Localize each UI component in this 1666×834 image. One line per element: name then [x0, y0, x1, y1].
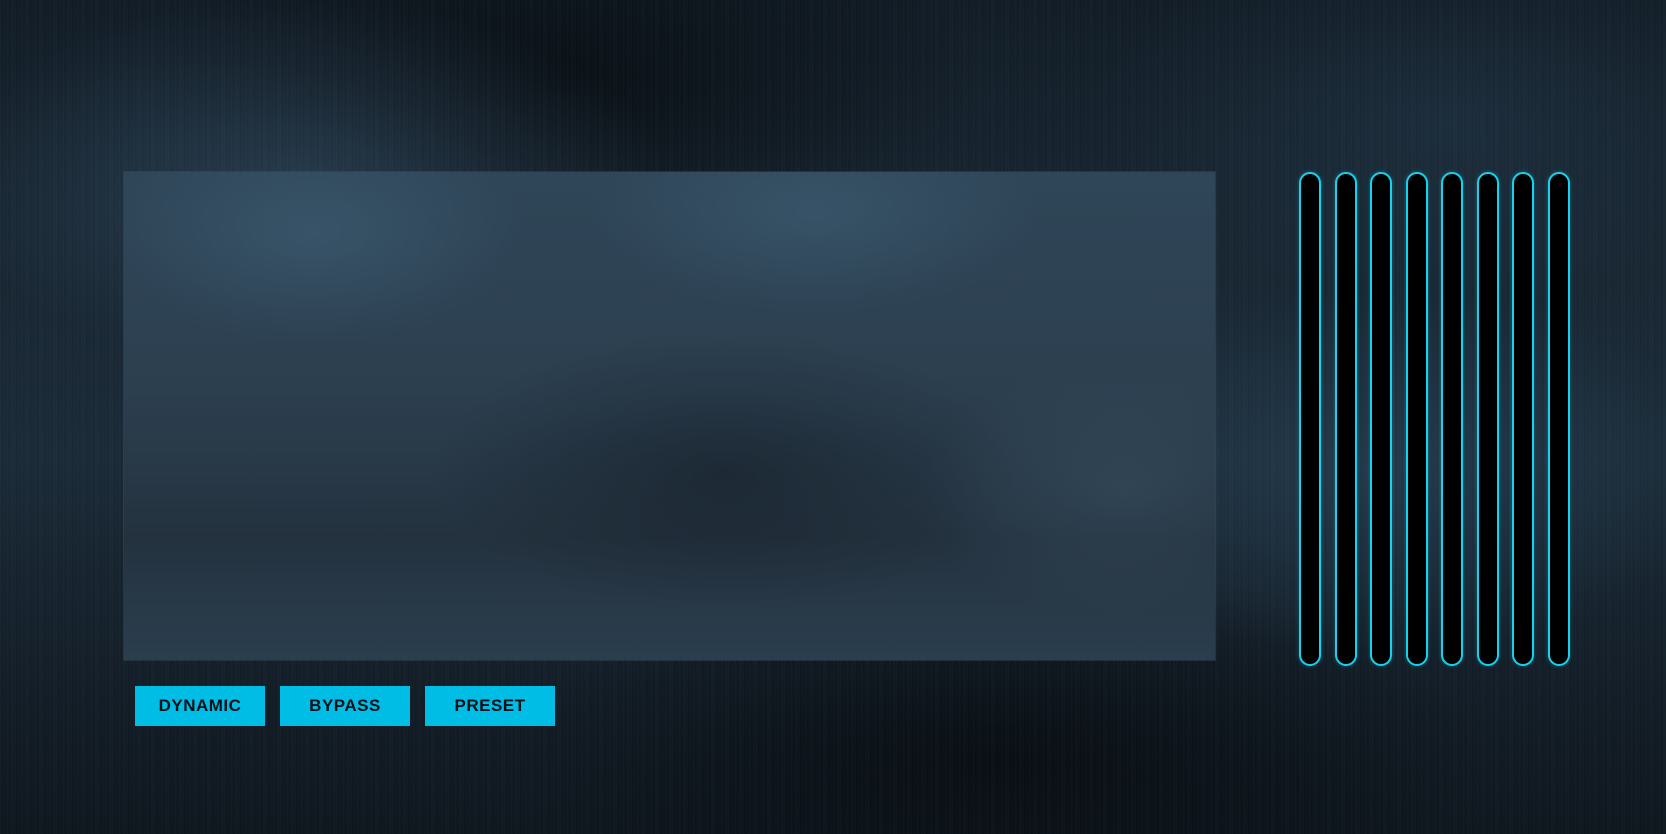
slider-3[interactable]	[1370, 172, 1392, 666]
slider-7[interactable]	[1512, 172, 1534, 666]
slider-2[interactable]	[1334, 172, 1357, 666]
preset-button[interactable]: PRESET	[425, 686, 555, 726]
slider-5[interactable]	[1441, 172, 1463, 666]
display-panel	[124, 172, 1215, 660]
dynamic-button[interactable]: DYNAMIC	[135, 686, 265, 726]
slider-8[interactable]	[1547, 172, 1570, 666]
slider-4[interactable]	[1405, 172, 1428, 666]
slider-1[interactable]	[1299, 172, 1321, 666]
slider-bank	[1299, 172, 1570, 666]
slider-6[interactable]	[1476, 172, 1499, 666]
plugin-window: DYNAMIC BYPASS PRESET	[0, 0, 1666, 834]
button-row: DYNAMIC BYPASS PRESET	[135, 686, 555, 726]
bypass-button[interactable]: BYPASS	[280, 686, 410, 726]
